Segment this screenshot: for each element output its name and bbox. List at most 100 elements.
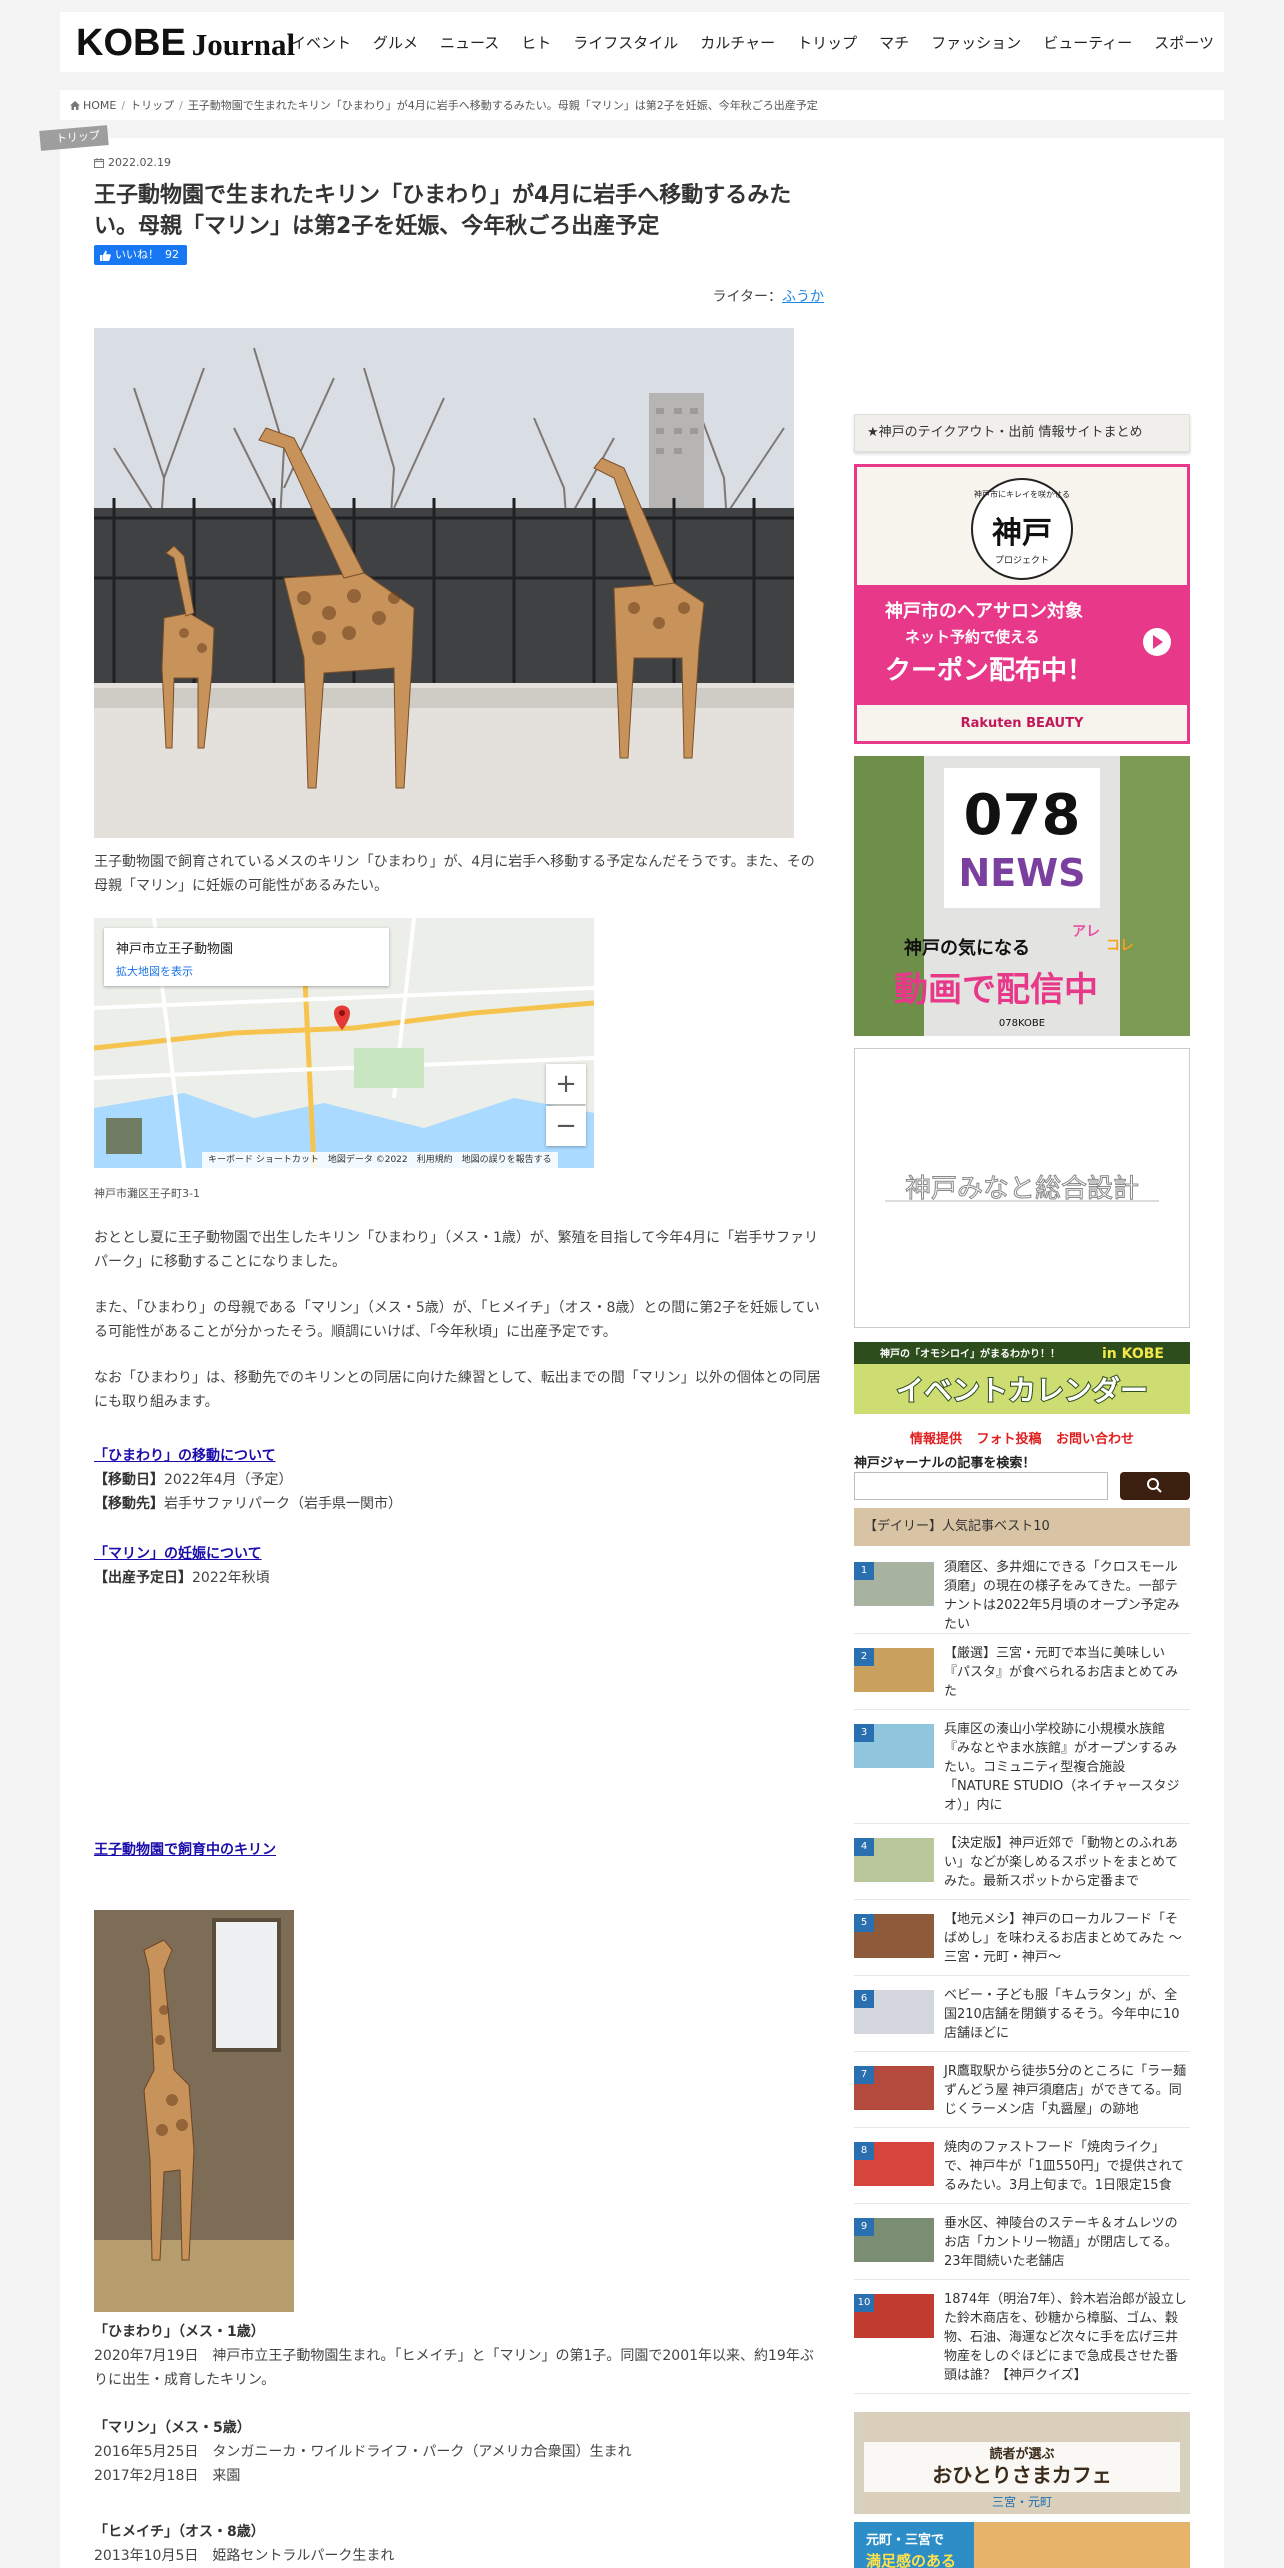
ranking-item-1[interactable]: 1 須磨区、多井畑にできる「クロスモール須磨」の現在の様子をみてきた。一部テナント…	[854, 1558, 1190, 1634]
banner2-foot: 078KOBE	[999, 1018, 1045, 1029]
ranking-item-9[interactable]: 9 垂水区、神陵台のステーキ＆オムレツのお店「カントリー物語」が閉店してる。23年…	[854, 2214, 1190, 2280]
ranking-item-6[interactable]: 6 ベビー・子ども服「キムラタン」が、全国210店舗を閉鎖するそう。今年中に10店…	[854, 1986, 1190, 2052]
map-zoom-in-button[interactable]: +	[546, 1064, 586, 1104]
ranking-num: 9	[854, 2218, 874, 2236]
link-contact[interactable]: お問い合わせ	[1056, 1432, 1134, 1447]
home-icon	[70, 100, 80, 110]
banner6-line2: 満足感のある	[866, 2552, 956, 2568]
search-icon	[1147, 1478, 1162, 1493]
breadcrumb-category[interactable]: トリップ	[130, 97, 174, 113]
writer-link[interactable]: ふうか	[782, 289, 824, 305]
search-input[interactable]	[854, 1472, 1108, 1500]
banner5-line1: 読者が選ぶ	[989, 2446, 1054, 2462]
site-logo[interactable]: KOBE Journal	[76, 22, 295, 65]
banner-kobe-project[interactable]: 神戸市にキレイを咲かせる 神戸 プロジェクト 神戸市のヘアサロン対象 ネット予約…	[854, 464, 1190, 744]
marin-line-1: 2016年5月25日 タンガニーカ・ワイルドライフ・パーク（アメリカ合衆国）生ま…	[94, 2444, 632, 2460]
ranking-num: 7	[854, 2066, 874, 2084]
like-label: いいね！	[115, 248, 159, 261]
ranking-text: 垂水区、神陵台のステーキ＆オムレツのお店「カントリー物語」が閉店してる。23年間…	[944, 2216, 1178, 2269]
ranking-item-7[interactable]: 7 JR鷹取駅から徒歩5分のところに「ラー麺ずんどう屋 神戸須磨店」ができてる。同…	[854, 2062, 1190, 2128]
ranking-text: 【厳選】三宮・元町で本当に美味しい『パスタ』が食べられるお店まとめてみた	[944, 1646, 1179, 1699]
map-footer[interactable]: キーボード ショートカット 地図データ ©2022 利用規約 地図の誤りを報告す…	[202, 1152, 558, 1168]
banner4-top: 神戸の「オモシロイ」がまるわかり！！	[880, 1347, 1060, 1360]
link-photo-submit[interactable]: フォト投稿	[976, 1432, 1041, 1447]
marin-title: 「マリン」（メス・5歳）	[94, 2420, 251, 2436]
banner1-line3: クーポン配布中！	[885, 655, 1093, 686]
ranking-num: 1	[854, 1562, 874, 1580]
sidebar-heading-takeout[interactable]: ★神戸のテイクアウト・出前 情報サイトまとめ	[854, 414, 1190, 452]
nav-item-beauty[interactable]: ビューティー	[1043, 32, 1132, 53]
nav-item-gourmet[interactable]: グルメ	[373, 32, 418, 53]
ranking-text: 焼肉のファストフード「焼肉ライク」で、神戸牛が「1皿550円」で提供されてるみた…	[944, 2140, 1185, 2193]
himawari-title: 「ひまわり」（メス・1歳）	[94, 2324, 265, 2340]
nav-item-fashion[interactable]: ファッション	[931, 32, 1021, 53]
ranking-text: 須磨区、多井畑にできる「クロスモール須磨」の現在の様子をみてきた。一部テナントは…	[944, 1560, 1180, 1632]
link-info-submit[interactable]: 情報提供	[910, 1432, 962, 1447]
ranking-item-4[interactable]: 4 【決定版】神戸近郊で「動物とのふれあい」などが楽しめるスポットをまとめてみた。…	[854, 1834, 1190, 1900]
banner-solo-cafe[interactable]: 読者が選ぶ おひとりさまカフェ 三宮・元町	[854, 2412, 1190, 2514]
sidebar-links: 情報提供 フォト投稿 お問い合わせ	[854, 1428, 1190, 1447]
search-label: 神戸ジャーナルの記事を検索！	[854, 1456, 1036, 1471]
search-button[interactable]	[1120, 1472, 1190, 1500]
nav-item-event[interactable]: イベント	[291, 32, 351, 53]
nav-item-sports[interactable]: スポーツ	[1154, 32, 1214, 53]
ranking-item-5[interactable]: 5 【地元メシ】神戸のローカルフード「そばめし」を味わえるお店まとめてみた ～三宮…	[854, 1910, 1190, 1976]
ranking-text: JR鷹取駅から徒歩5分のところに「ラー麺ずんどう屋 神戸須磨店」ができてる。同じ…	[944, 2064, 1187, 2117]
giraffe-photo-main	[94, 328, 794, 838]
banner1-logo: 神戸	[992, 516, 1052, 551]
banner5-line3: 三宮・元町	[992, 2494, 1052, 2509]
ranking-item-3[interactable]: 3 兵庫区の湊山小学校跡に小規模水族館『みなとやま水族館』がオープンするみたい。コ…	[854, 1720, 1190, 1824]
ranking-num: 6	[854, 1990, 874, 2008]
article-para-1: おととし夏に王子動物園で出生したキリン「ひまわり」（メス・1歳）が、繁殖を目指し…	[94, 1230, 819, 1270]
banner-lunch[interactable]: 元町・三宮で 満足感のある	[854, 2522, 1190, 2568]
nav-item-news[interactable]: ニュース	[440, 32, 499, 53]
article-para-2: また、「ひまわり」の母親である「マリン」（メス・5歳）が、「ヒメイチ」（オス・8…	[94, 1300, 820, 1340]
move-heading-link[interactable]: 「ひまわり」の移動について	[94, 1444, 824, 1468]
breadcrumb-home[interactable]: HOME	[83, 99, 116, 112]
ranking-num: 2	[854, 1648, 874, 1666]
nav-item-town[interactable]: マチ	[879, 32, 909, 53]
writer-label: ライター：	[712, 289, 782, 305]
giraffes-heading-link[interactable]: 王子動物園で飼育中のキリン	[94, 1838, 824, 1862]
ranking-item-10[interactable]: 10 1874年（明治7年）、鈴木岩治郎が設立した鈴木商店を、砂糖から樟脳、ゴム、…	[854, 2290, 1190, 2394]
move-dest: 岩手サファリパーク（岩手県一関市）	[164, 1496, 402, 1512]
nav-item-lifestyle[interactable]: ライフスタイル	[573, 32, 678, 53]
logo-main: KOBE	[76, 22, 186, 64]
pregnancy-section: 「マリン」の妊娠について 【出産予定日】2022年秋頃	[94, 1542, 824, 1590]
birth-date-label: 【出産予定日】	[94, 1570, 192, 1586]
map-zoom-out-button[interactable]: −	[546, 1106, 586, 1146]
banner4-main: イベントカレンダー	[896, 1374, 1148, 1407]
ranking-item-2[interactable]: 2 【厳選】三宮・元町で本当に美味しい『パスタ』が食べられるお店まとめてみた	[854, 1644, 1190, 1710]
move-date: 2022年4月（予定）	[164, 1472, 293, 1488]
ranking-num: 4	[854, 1838, 874, 1856]
himeichi-line-1: 2013年10月5日 姫路セントラルパーク生まれ	[94, 2548, 395, 2564]
banner-event-calendar[interactable]: 神戸の「オモシロイ」がまるわかり！！ in KOBE イベントカレンダー	[854, 1342, 1190, 1414]
nav-item-trip[interactable]: トリップ	[797, 32, 857, 53]
nav-item-culture[interactable]: カルチャー	[700, 32, 775, 53]
main-nav: イベント グルメ ニュース ヒト ライフスタイル カルチャー トリップ マチ フ…	[269, 12, 1214, 72]
ranking-num: 5	[854, 1914, 874, 1932]
ranking-text: 【決定版】神戸近郊で「動物とのふれあい」などが楽しめるスポットをまとめてみた。最…	[944, 1836, 1179, 1889]
calendar-icon	[94, 157, 104, 168]
map-enlarge-link[interactable]: 拡大地図を表示	[116, 963, 377, 979]
ranking-item-8[interactable]: 8 焼肉のファストフード「焼肉ライク」で、神戸牛が「1皿550円」で提供されてるみ…	[854, 2138, 1190, 2204]
site-header: KOBE Journal イベント グルメ ニュース ヒト ライフスタイル カルチ…	[60, 12, 1224, 72]
writer-credit: ライター：ふうか	[713, 286, 824, 306]
nav-item-people[interactable]: ヒト	[521, 32, 551, 53]
google-map[interactable]: 神戸市立王子動物園 拡大地図を表示 + − キーボード ショートカット 地図デー…	[94, 918, 594, 1168]
himeichi-title: 「ヒメイチ」（オス・8歳）	[94, 2524, 265, 2540]
ranking-heading: 【デイリー】人気記事ベスト10	[854, 1508, 1190, 1546]
banner-kobe-minato[interactable]: 神戸みなと総合設計	[854, 1048, 1190, 1328]
breadcrumb-current: 王子動物園で生まれたキリン「ひまわり」が4月に岩手へ移動するみたい。母親「マリン…	[187, 99, 818, 112]
like-button[interactable]: いいね！ 92	[94, 245, 187, 265]
banner-078-news[interactable]: 078 NEWS 神戸の気になる アレ コレ 動画で配信中 078KOBE	[854, 756, 1190, 1036]
pregnancy-heading-link[interactable]: 「マリン」の妊娠について	[94, 1542, 824, 1566]
marin-line-2: 2017年2月18日 来園	[94, 2468, 241, 2484]
ranking-num: 3	[854, 1724, 874, 1742]
banner6-line1: 元町・三宮で	[866, 2532, 944, 2548]
ranking-num: 8	[854, 2142, 874, 2160]
banner2-news: NEWS	[958, 851, 1085, 895]
breadcrumb: HOME / トリップ / 王子動物園で生まれたキリン「ひまわり」が4月に岩手へ…	[60, 90, 1224, 120]
sidebar: ★神戸のテイクアウト・出前 情報サイトまとめ 神戸市にキレイを咲かせる 神戸 プ…	[854, 414, 1190, 2568]
article-intro: 王子動物園で飼育されているメスのキリン「ひまわり」が、4月に岩手へ移動する予定な…	[94, 854, 815, 894]
